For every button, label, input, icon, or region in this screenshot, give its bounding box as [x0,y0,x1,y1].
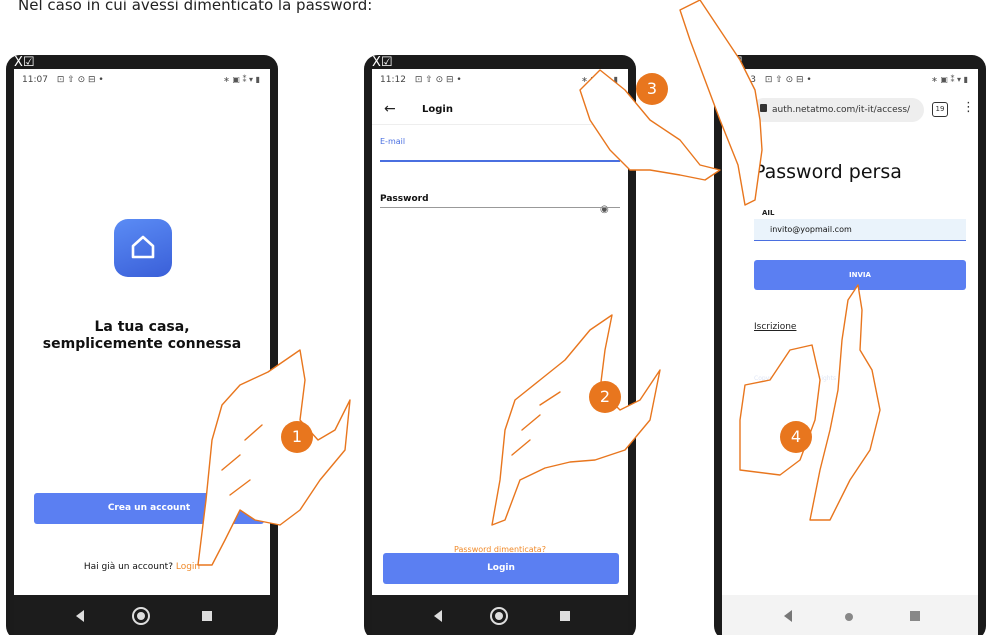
pointing-hands-illustration [197,0,881,566]
step-marker-3: 3 [636,73,668,105]
hand-4 [809,284,881,521]
hand-2 [491,314,661,526]
hand-1 [197,349,351,566]
step-marker-2: 2 [589,381,621,413]
hand-4b [739,344,821,476]
step-marker-1: 1 [281,421,313,453]
step-marker-4: 4 [780,421,812,453]
